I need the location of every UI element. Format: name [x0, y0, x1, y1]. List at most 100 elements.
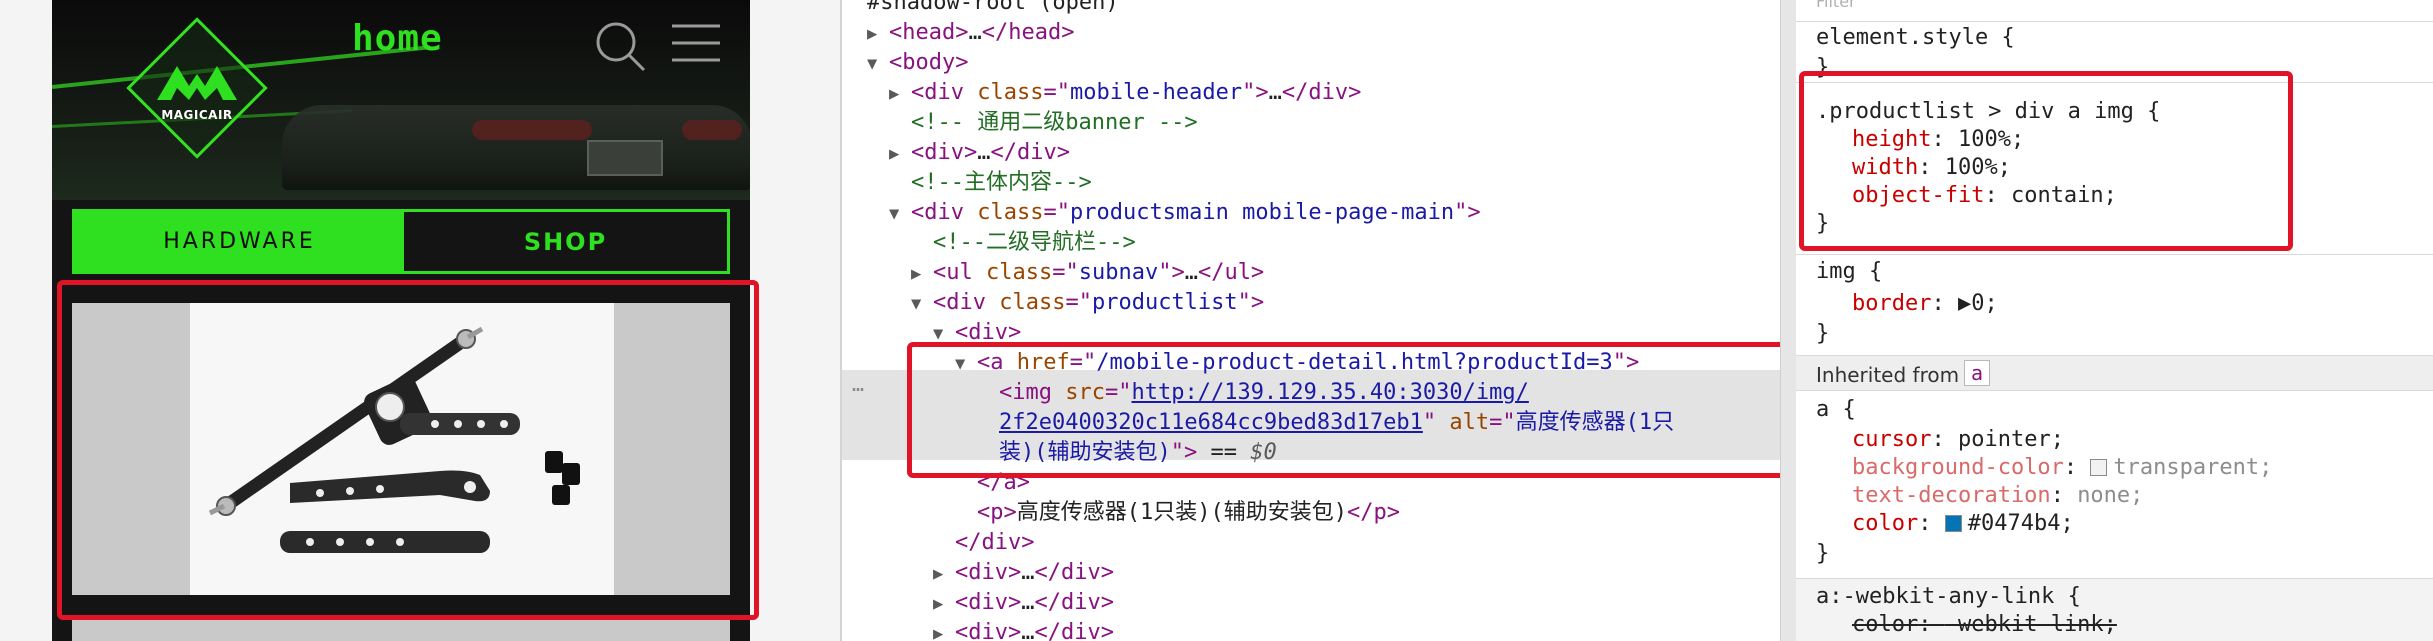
dom-node-line[interactable]: ▶ <ul class="subnav">…</ul> [911, 258, 1264, 288]
style-declaration[interactable]: object-fit: contain; [1852, 182, 2117, 210]
next-product-card[interactable] [72, 618, 730, 641]
style-property: border [1852, 291, 1932, 316]
dom-node-line[interactable]: ▼ <body> [867, 48, 968, 78]
style-property: text-decoration [1852, 483, 2051, 508]
style-declaration[interactable]: cursor: pointer; [1852, 426, 2064, 454]
dom-token: href [1016, 350, 1070, 375]
dom-token: =" [1052, 260, 1079, 285]
expand-closed-icon[interactable]: ▶ [911, 259, 933, 289]
styles-pane-divider[interactable] [1780, 0, 1796, 641]
style-value: transparent; [2113, 455, 2273, 480]
dom-token: "> [1454, 200, 1481, 225]
dom-token: <a [977, 350, 1017, 375]
style-property: color [1852, 511, 1919, 536]
rule-selector[interactable]: element.style { [1816, 24, 2015, 52]
magicair-logo[interactable]: MAGICAIR [126, 17, 268, 160]
style-value: none; [2077, 483, 2144, 508]
rule-selector[interactable]: .productlist > div a img { [1816, 98, 2160, 126]
dom-token: <div [933, 290, 1000, 315]
dom-node-line[interactable]: #shadow-root (open) [867, 0, 1119, 18]
dom-token: </div> [1034, 590, 1114, 615]
dom-node-line[interactable]: 装)(辅助安装包)"> == $0 [999, 438, 1277, 468]
expand-open-icon[interactable]: ▼ [933, 319, 955, 349]
color-swatch-icon[interactable] [1944, 515, 1962, 532]
expand-open-icon[interactable]: ▼ [955, 349, 977, 379]
dom-node-line[interactable]: ▶ <div>…</div> [933, 618, 1114, 641]
rule-selector[interactable]: a:-webkit-any-link { [1816, 583, 2081, 611]
style-declaration[interactable]: color: -webkit-link; [1852, 611, 2117, 639]
dom-token: <img [999, 380, 1066, 405]
dom-node-line[interactable]: </a> [977, 468, 1030, 498]
dom-token: <p> [977, 500, 1017, 525]
dom-token: </div> [955, 530, 1035, 555]
expand-closed-icon[interactable]: ▶ [933, 619, 955, 641]
dom-node-line[interactable]: ▼ <div class="productlist"> [911, 288, 1264, 318]
dom-node-line[interactable]: ▶ <div class="mobile-header">…</div> [889, 78, 1361, 108]
style-declaration[interactable]: width: 100%; [1852, 154, 2011, 182]
dom-token: <div [911, 80, 978, 105]
dom-node-line[interactable]: <img src="http://139.129.35.40:3030/img/ [999, 378, 1529, 408]
dom-token: =" [1043, 80, 1070, 105]
dom-node-line[interactable]: <!--二级导航栏--> [933, 228, 1136, 258]
style-value: ▶0; [1957, 291, 1998, 316]
dom-token: … [1021, 620, 1035, 641]
product-card-image[interactable] [72, 303, 730, 595]
dom-token: =" [1104, 380, 1132, 405]
expand-closed-icon[interactable]: ▶ [933, 559, 955, 589]
expand-closed-icon[interactable]: ▶ [933, 589, 955, 619]
search-icon[interactable] [592, 18, 648, 74]
dom-node-line[interactable]: 2f2e0400320c11e684cc9bed83d17eb1" alt="高… [999, 408, 1674, 438]
dom-token: subnav [1078, 260, 1159, 285]
tab-shop[interactable]: SHOP [404, 212, 727, 271]
style-declaration[interactable]: text-decoration: none; [1852, 482, 2143, 510]
dom-token: <div> [911, 140, 978, 165]
dom-node-line[interactable]: ▶ <div>…</div> [889, 138, 1070, 168]
dom-token: "> [1242, 80, 1269, 105]
dom-node-line[interactable]: <p>高度传感器(1只装)(辅助安装包)</p> [977, 498, 1400, 528]
style-property: background-color [1852, 455, 2064, 480]
inherited-element-link[interactable]: a [1964, 360, 1991, 386]
dom-node-line[interactable]: <!-- 通用二级banner --> [911, 108, 1198, 138]
expand-closed-icon[interactable]: ▶ [889, 139, 911, 169]
dom-node-line[interactable]: <!--主体内容--> [911, 168, 1092, 198]
filter-input[interactable]: Filter [1816, 0, 1856, 11]
dom-node-line[interactable]: ▼ <div> [933, 318, 1021, 348]
expand-closed-icon[interactable]: ▶ [889, 79, 911, 109]
dom-token: <!-- 通用二级banner --> [911, 110, 1198, 135]
dom-token: class [977, 200, 1044, 225]
dom-token[interactable]: http://139.129.35.40:3030/img/ [1131, 380, 1528, 405]
dom-token: productlist [1091, 290, 1238, 315]
inherited-header: Inherited from a [1796, 355, 2433, 391]
expand-open-icon[interactable]: ▼ [889, 199, 911, 229]
style-declaration[interactable]: height: 100%; [1852, 126, 2024, 154]
dom-node-line[interactable]: ▼ <a href="/mobile-product-detail.html?pr… [955, 348, 1639, 378]
rule-selector[interactable]: a { [1816, 396, 1856, 424]
dom-node-line[interactable]: </div> [955, 528, 1034, 558]
style-value: contain; [2010, 183, 2117, 208]
dom-token[interactable]: 2f2e0400320c11e684cc9bed83d17eb1 [999, 410, 1423, 435]
selected-node-menu-icon[interactable]: … [852, 372, 864, 396]
styles-filter-bar[interactable]: Filter [1796, 0, 2433, 22]
style-declaration[interactable]: color: #0474b4; [1852, 510, 2074, 538]
color-swatch-icon[interactable] [2090, 459, 2108, 476]
rule-selector[interactable]: img { [1816, 258, 1882, 286]
dom-node-line[interactable]: ▶ <head>…</head> [867, 18, 1074, 48]
expand-closed-icon[interactable]: ▶ [867, 19, 889, 49]
style-declaration[interactable]: background-color: transparent; [1852, 454, 2272, 482]
dom-token: " [1422, 410, 1450, 435]
expand-open-icon[interactable]: ▼ [911, 289, 933, 319]
elements-panel: … #shadow-root (open) ▶ <head>…</head> ▼ <bo… [842, 0, 1780, 641]
styles-panel: Filter element.style { } .productlist > … [1796, 0, 2433, 641]
menu-icon[interactable] [670, 22, 722, 64]
expand-open-icon[interactable]: ▼ [867, 49, 889, 79]
dom-token: src [1065, 380, 1105, 405]
tab-hardware[interactable]: HARDWARE [75, 212, 404, 271]
dom-node-line[interactable]: ▶ <div>…</div> [933, 588, 1114, 618]
dom-token: 高度传感器(1只 [1515, 410, 1675, 435]
dom-token: <ul [933, 260, 986, 285]
dom-node-line[interactable]: ▼ <div class="productsmain mobile-page-ma… [889, 198, 1481, 228]
dom-node-line[interactable]: ▶ <div>…</div> [933, 558, 1114, 588]
rule-separator [1796, 254, 2433, 255]
style-declaration[interactable]: border: ▶0; [1852, 290, 1998, 318]
dom-token: </div> [990, 140, 1070, 165]
